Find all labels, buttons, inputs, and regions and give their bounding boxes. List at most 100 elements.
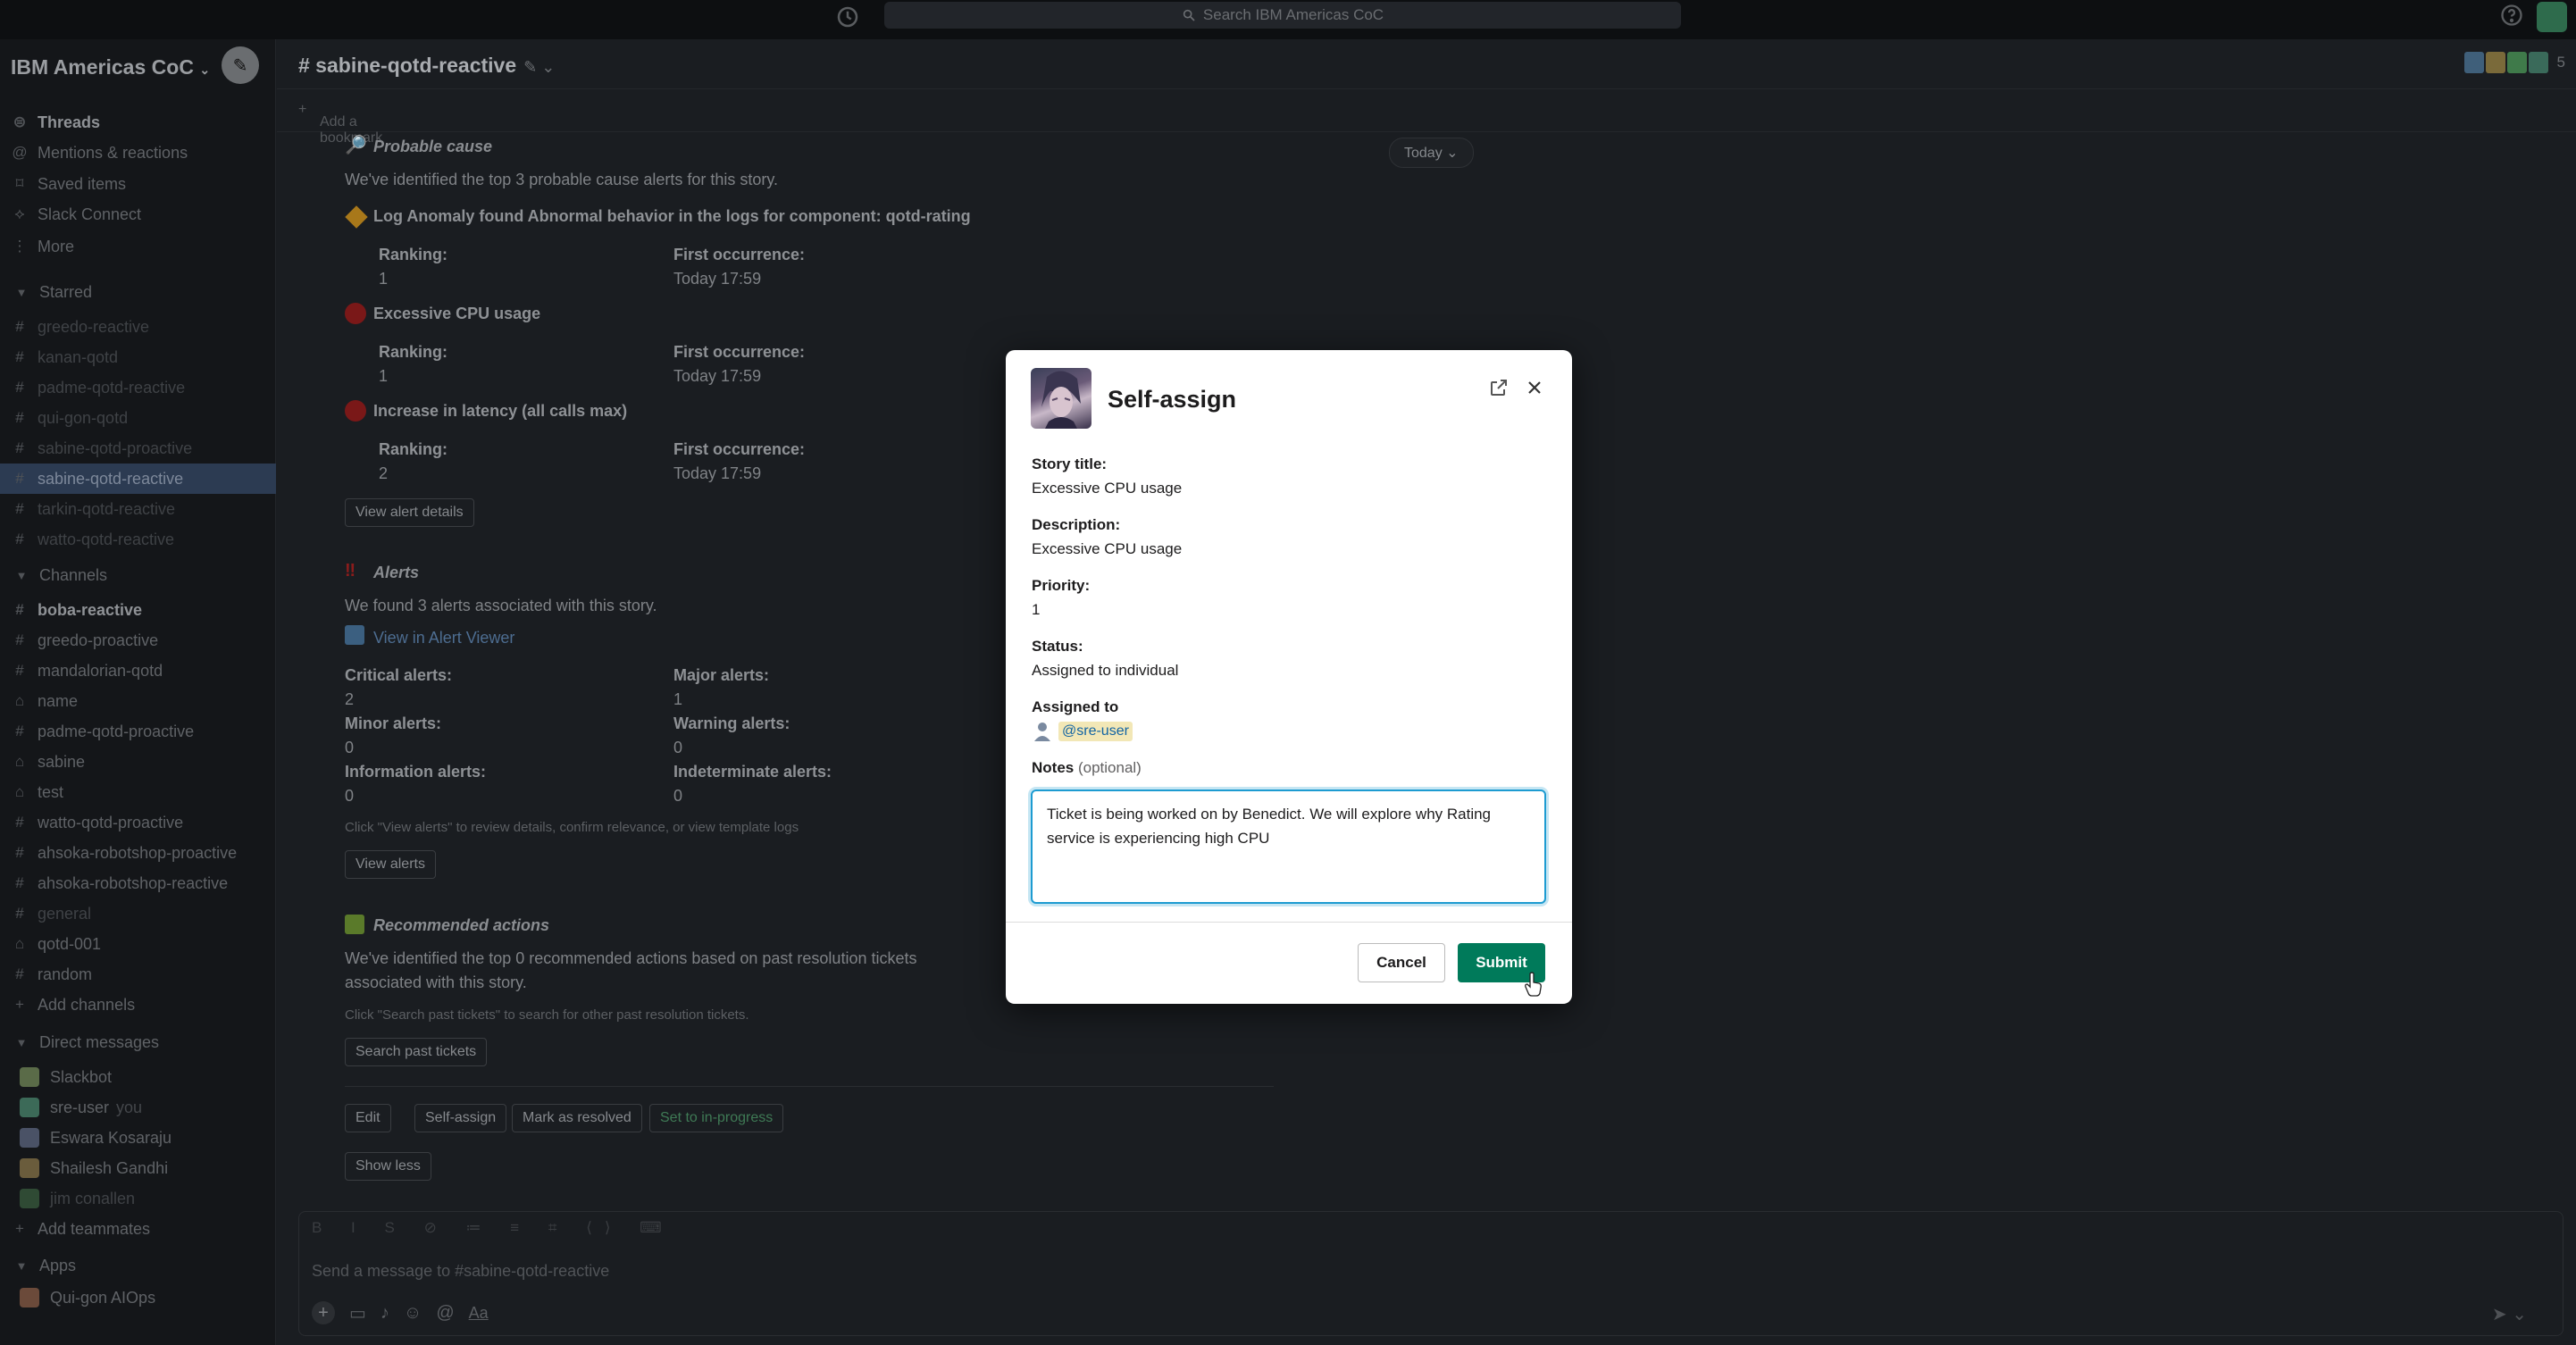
search-bar[interactable]: Search IBM Americas CoC [884, 2, 1681, 29]
mark-as-resolved-button[interactable]: Mark as resolved [512, 1104, 642, 1132]
plus-icon[interactable]: + [312, 1301, 335, 1324]
video-icon[interactable]: ▭ [349, 1302, 366, 1324]
hash-icon: # [15, 723, 24, 739]
format-text-icon[interactable]: Aa [469, 1304, 489, 1323]
view-alerts-button[interactable]: View alerts [345, 850, 436, 879]
message-composer[interactable]: B I S ⊘ ≔ ≡ ⌗ ⟨⟩ ⌨ Send a message to #sa… [298, 1211, 2563, 1336]
add-channels[interactable]: + Add channels [0, 990, 276, 1020]
member-avatar [2485, 52, 2505, 73]
channel-item[interactable]: ⌂ sabine [0, 747, 276, 777]
section-direct-messages[interactable]: ▼ Direct messages [0, 1027, 276, 1057]
member-list[interactable]: 5 [2463, 52, 2565, 73]
sidebar-item-more[interactable]: ⋮ More [0, 231, 276, 262]
view-in-alert-viewer-link[interactable]: View in Alert Viewer [373, 629, 514, 647]
assigned-user[interactable]: @sre-user [1032, 720, 1133, 743]
dm-item[interactable]: jim conallen [0, 1183, 276, 1214]
channel-item[interactable]: # padme-qotd-proactive [0, 716, 276, 747]
red-circle-icon [345, 303, 366, 324]
notes-textarea[interactable]: Ticket is being worked on by Benedict. W… [1031, 789, 1546, 904]
channel-item[interactable]: # watto-qotd-reactive [0, 524, 276, 555]
hash-icon: # [15, 409, 24, 426]
channel-title[interactable]: # sabine-qotd-reactive ✎ ⌄ [298, 54, 555, 78]
channel-item[interactable]: # watto-qotd-proactive [0, 807, 276, 838]
self-assign-button[interactable]: Self-assign [414, 1104, 507, 1132]
mention-icon[interactable]: @ [436, 1303, 454, 1324]
channel-item[interactable]: ⌂ test [0, 777, 276, 807]
compose-icon[interactable]: ✎ [222, 46, 259, 84]
sidebar-item-threads[interactable]: ⊜ Threads [0, 107, 276, 138]
user-avatar[interactable] [2537, 2, 2567, 32]
set-in-progress-button[interactable]: Set to in-progress [649, 1104, 784, 1132]
self-assign-modal: Self-assign Story title: Excessive CPU u… [1006, 350, 1572, 1004]
edit-button[interactable]: Edit [345, 1104, 391, 1132]
section-apps[interactable]: ▼ Apps [0, 1250, 276, 1281]
date-divider-today[interactable]: Today ⌄ [1389, 138, 1474, 168]
sidebar-item-mentions[interactable]: @ Mentions & reactions [0, 138, 276, 168]
history-icon[interactable] [834, 4, 861, 30]
channel-item[interactable]: # padme-qotd-reactive [0, 372, 276, 403]
description-label: Description: [1032, 516, 1121, 533]
sidebar-item-slack-connect[interactable]: ⟡ Slack Connect [0, 199, 276, 230]
app-item[interactable]: Qui-gon AIOps [0, 1282, 276, 1313]
notification-off-icon: ✎ ⌄ [523, 58, 556, 76]
hash-icon: # [15, 530, 24, 547]
avatar [20, 1288, 39, 1307]
dm-item[interactable]: Eswara Kosaraju [0, 1123, 276, 1153]
emoji-icon[interactable]: ☺ [404, 1303, 422, 1324]
cancel-button[interactable]: Cancel [1358, 943, 1445, 982]
view-alert-details-button[interactable]: View alert details [345, 498, 474, 527]
dm-label: Slackbot [50, 1067, 113, 1086]
dm-item[interactable]: Slackbot [0, 1062, 276, 1092]
member-avatar [2463, 52, 2484, 73]
alert-viewer-icon [345, 625, 364, 645]
channel-item[interactable]: # tarkin-qotd-reactive [0, 494, 276, 524]
status-label: Status: [1032, 638, 1083, 655]
indeterminate-alerts-value: 0 [673, 787, 683, 805]
channel-item[interactable]: # sabine-qotd-proactive [0, 433, 276, 464]
channel-item[interactable]: # kanan-qotd [0, 342, 276, 372]
ranking-label: Ranking: [379, 343, 448, 361]
channel-item[interactable]: # ahsoka-robotshop-proactive [0, 838, 276, 868]
channel-label: padme-qotd-reactive [38, 378, 186, 397]
microphone-icon[interactable]: ♪ [381, 1303, 389, 1324]
add-teammates[interactable]: + Add teammates [0, 1214, 276, 1244]
channel-item-selected[interactable]: # sabine-qotd-reactive [0, 464, 276, 494]
first-occurrence-label: First occurrence: [673, 246, 806, 263]
channel-item[interactable]: # boba-reactive [0, 595, 276, 625]
section-starred[interactable]: ▼ Starred [0, 277, 276, 307]
channel-item[interactable]: # general [0, 898, 276, 929]
section-label: Direct messages [39, 1032, 160, 1051]
status-value: Assigned to individual [1032, 662, 1179, 679]
channel-item[interactable]: ⌂ name [0, 686, 276, 716]
channel-item[interactable]: # mandalorian-qotd [0, 656, 276, 686]
channel-item[interactable]: # greedo-proactive [0, 625, 276, 656]
dm-item[interactable]: sre-user you [0, 1092, 276, 1123]
channel-item[interactable]: # greedo-reactive [0, 312, 276, 342]
show-less-button[interactable]: Show less [345, 1152, 431, 1181]
close-icon[interactable] [1524, 377, 1545, 398]
workspace-name[interactable]: IBM Americas CoC ⌄ [11, 55, 210, 79]
channel-item[interactable]: # qui-gon-qotd [0, 403, 276, 433]
description-value: Excessive CPU usage [1032, 540, 1183, 557]
notes-label: Notes (optional) [1032, 759, 1142, 777]
user-mention[interactable]: @sre-user [1058, 722, 1133, 741]
sidebar-item-label: Mentions & reactions [38, 143, 188, 162]
ranking-value: 1 [379, 367, 389, 385]
hash-icon: # [15, 318, 24, 335]
hash-icon: # [15, 601, 24, 618]
red-circle-icon [345, 400, 366, 422]
sidebar-item-saved[interactable]: ⌑ Saved items [0, 169, 276, 199]
send-icon[interactable]: ➤ ⌄ [2492, 1303, 2527, 1325]
channel-item[interactable]: # ahsoka-robotshop-reactive [0, 868, 276, 898]
warning-alerts-value: 0 [673, 739, 683, 756]
search-past-tickets-button[interactable]: Search past tickets [345, 1038, 488, 1066]
dm-item[interactable]: Shailesh Gandhi [0, 1153, 276, 1183]
open-external-icon[interactable] [1488, 377, 1510, 398]
add-bookmark[interactable]: + Add a bookmark [298, 102, 382, 146]
hash-icon: # [15, 631, 24, 648]
channel-item[interactable]: ⌂ qotd-001 [0, 929, 276, 959]
section-channels[interactable]: ▼ Channels [0, 560, 276, 590]
channel-item[interactable]: # random [0, 959, 276, 990]
recommended-text-line-2: associated with this story. [345, 973, 527, 991]
help-icon[interactable] [2499, 3, 2524, 28]
